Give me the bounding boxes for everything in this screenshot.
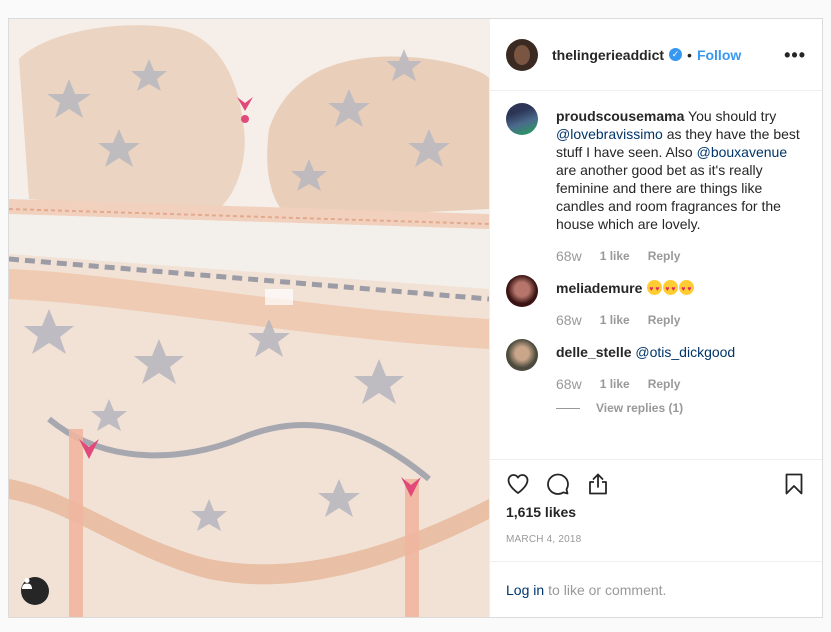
comment-text-part: are another good bet as it's really femi… bbox=[556, 162, 781, 232]
action-bar bbox=[506, 460, 806, 502]
mention-link[interactable]: @bouxavenue bbox=[697, 144, 788, 160]
comment-meta: 68w 1 like Reply bbox=[556, 375, 806, 393]
reply-button[interactable]: Reply bbox=[648, 247, 681, 265]
comment-meta: 68w 1 like Reply bbox=[556, 247, 806, 265]
heart-eyes-emoji-icon bbox=[646, 280, 695, 299]
follow-button[interactable]: Follow bbox=[697, 47, 741, 63]
heart-icon[interactable] bbox=[506, 472, 530, 496]
login-link[interactable]: Log in bbox=[506, 582, 544, 598]
comment-time[interactable]: 68w bbox=[556, 247, 582, 265]
comment-time[interactable]: 68w bbox=[556, 311, 582, 329]
user-tag-icon[interactable] bbox=[21, 577, 49, 605]
view-replies-button[interactable]: View replies (1) bbox=[556, 399, 806, 417]
bookmark-icon[interactable] bbox=[782, 472, 806, 496]
avatar[interactable] bbox=[506, 103, 538, 135]
avatar[interactable] bbox=[506, 38, 538, 71]
post-header: thelingerieaddict ✓ • Follow ••• bbox=[490, 19, 822, 91]
avatar[interactable] bbox=[506, 275, 538, 307]
comment-item: delle_stelle @otis_dickgood 68w 1 like R… bbox=[506, 339, 806, 417]
comment-time[interactable]: 68w bbox=[556, 375, 582, 393]
post-card: thelingerieaddict ✓ • Follow ••• proudsc… bbox=[8, 18, 823, 618]
verified-badge-icon: ✓ bbox=[669, 48, 683, 61]
reply-button[interactable]: Reply bbox=[648, 375, 681, 393]
more-options-icon[interactable]: ••• bbox=[784, 46, 806, 64]
mention-link[interactable]: @otis_dickgood bbox=[635, 344, 735, 360]
comment-meta: 68w 1 like Reply bbox=[556, 311, 806, 329]
comment-text: delle_stelle @otis_dickgood bbox=[556, 343, 806, 361]
view-replies-label: View replies (1) bbox=[596, 401, 684, 415]
comment-likes[interactable]: 1 like bbox=[600, 375, 630, 393]
mention-link[interactable]: @lovebravissimo bbox=[556, 126, 663, 142]
post-image[interactable] bbox=[9, 19, 489, 617]
post-sidebar: thelingerieaddict ✓ • Follow ••• proudsc… bbox=[489, 19, 822, 617]
comments-list: proudscousemama You should try @lovebrav… bbox=[490, 91, 822, 459]
comment-icon[interactable] bbox=[546, 472, 570, 496]
comment-username[interactable]: meliademure bbox=[556, 280, 642, 296]
like-count[interactable]: 1,615 likes bbox=[506, 504, 806, 520]
actions-section: 1,615 likes MARCH 4, 2018 bbox=[490, 459, 822, 561]
login-text: to like or comment. bbox=[548, 581, 667, 598]
header-username[interactable]: thelingerieaddict bbox=[552, 47, 664, 63]
divider bbox=[556, 407, 580, 409]
comment-text: proudscousemama You should try @lovebrav… bbox=[556, 107, 806, 233]
comment-text: meliademure bbox=[556, 279, 806, 299]
comment-likes[interactable]: 1 like bbox=[600, 247, 630, 265]
comment-item: proudscousemama You should try @lovebrav… bbox=[506, 103, 806, 265]
comment-username[interactable]: delle_stelle bbox=[556, 344, 632, 360]
comment-text-part: You should try bbox=[688, 108, 777, 124]
lingerie-photo bbox=[9, 19, 489, 617]
post-date[interactable]: MARCH 4, 2018 bbox=[506, 534, 806, 545]
login-prompt: Log in to like or comment. bbox=[490, 561, 822, 617]
share-icon[interactable] bbox=[586, 472, 610, 496]
separator: • bbox=[687, 46, 692, 63]
comment-username[interactable]: proudscousemama bbox=[556, 108, 684, 124]
comment-likes[interactable]: 1 like bbox=[600, 311, 630, 329]
reply-button[interactable]: Reply bbox=[648, 311, 681, 329]
comment-item: meliademure 68w 1 like Reply bbox=[506, 275, 806, 329]
avatar[interactable] bbox=[506, 339, 538, 371]
